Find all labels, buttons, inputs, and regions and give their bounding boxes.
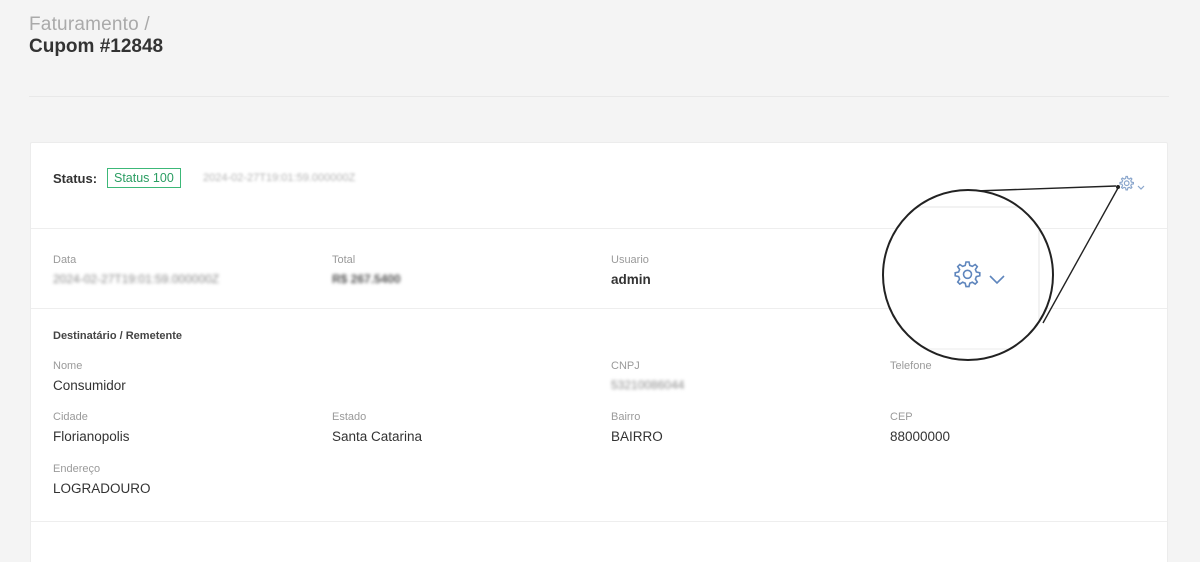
field-cidade: Cidade Florianopolis bbox=[53, 411, 130, 444]
field-data: Data 2024-02-27T19:01:59.000000Z bbox=[53, 254, 219, 286]
field-nome: Nome Consumidor bbox=[53, 360, 126, 393]
field-cep: CEP 88000000 bbox=[890, 411, 950, 444]
actions-dropdown-button[interactable] bbox=[1117, 175, 1153, 195]
field-value: R$ 267.5400 bbox=[332, 272, 401, 286]
field-label: CNPJ bbox=[611, 360, 640, 372]
card-bottom-divider bbox=[31, 521, 1167, 522]
chevron-down-icon bbox=[1137, 185, 1145, 190]
field-endereco: Endereço LOGRADOURO bbox=[53, 463, 151, 496]
status-timestamp: 2024-02-27T19:01:59.000000Z bbox=[203, 172, 356, 184]
status-row: Status: Status 100 2024-02-27T19:01:59.0… bbox=[31, 143, 1167, 229]
field-value: Santa Catarina bbox=[332, 429, 423, 444]
field-value: Florianopolis bbox=[53, 429, 130, 444]
field-label: Endereço bbox=[53, 463, 101, 475]
invoice-card: Status: Status 100 2024-02-27T19:01:59.0… bbox=[30, 142, 1168, 562]
page-title: Cupom #12848 bbox=[29, 36, 164, 57]
field-bairro: Bairro BAIRRO bbox=[611, 411, 663, 444]
breadcrumb[interactable]: Faturamento / bbox=[29, 14, 150, 36]
field-value: admin bbox=[611, 272, 651, 287]
field-value: BAIRRO bbox=[611, 429, 663, 444]
field-label: Total bbox=[332, 254, 356, 266]
field-value: 2024-02-27T19:01:59.000000Z bbox=[53, 272, 220, 286]
field-usuario: Usuario admin bbox=[611, 254, 651, 287]
field-estado: Estado Santa Catarina bbox=[332, 411, 422, 444]
field-cnpj: CNPJ 53210086044 bbox=[611, 360, 684, 392]
field-label: CEP bbox=[890, 411, 913, 423]
section-title: Destinatário / Remetente bbox=[53, 330, 182, 342]
field-label: Estado bbox=[332, 411, 367, 423]
field-value: Consumidor bbox=[53, 378, 126, 393]
field-value: LOGRADOURO bbox=[53, 481, 151, 496]
field-telefone: Telefone bbox=[890, 360, 932, 378]
field-label: Nome bbox=[53, 360, 83, 372]
gear-icon bbox=[1119, 175, 1134, 191]
field-label: Bairro bbox=[611, 411, 641, 423]
field-value: 53210086044 bbox=[611, 378, 685, 392]
field-label: Usuario bbox=[611, 254, 649, 266]
status-badge: Status 100 bbox=[107, 168, 181, 188]
field-total: Total R$ 267.5400 bbox=[332, 254, 401, 286]
field-value: 88000000 bbox=[890, 429, 951, 444]
field-label: Cidade bbox=[53, 411, 88, 423]
info-row: Data 2024-02-27T19:01:59.000000Z Total R… bbox=[31, 229, 1167, 309]
field-label: Data bbox=[53, 254, 77, 266]
status-label: Status: bbox=[53, 171, 98, 186]
field-label: Telefone bbox=[890, 360, 932, 372]
header-divider bbox=[29, 96, 1169, 97]
